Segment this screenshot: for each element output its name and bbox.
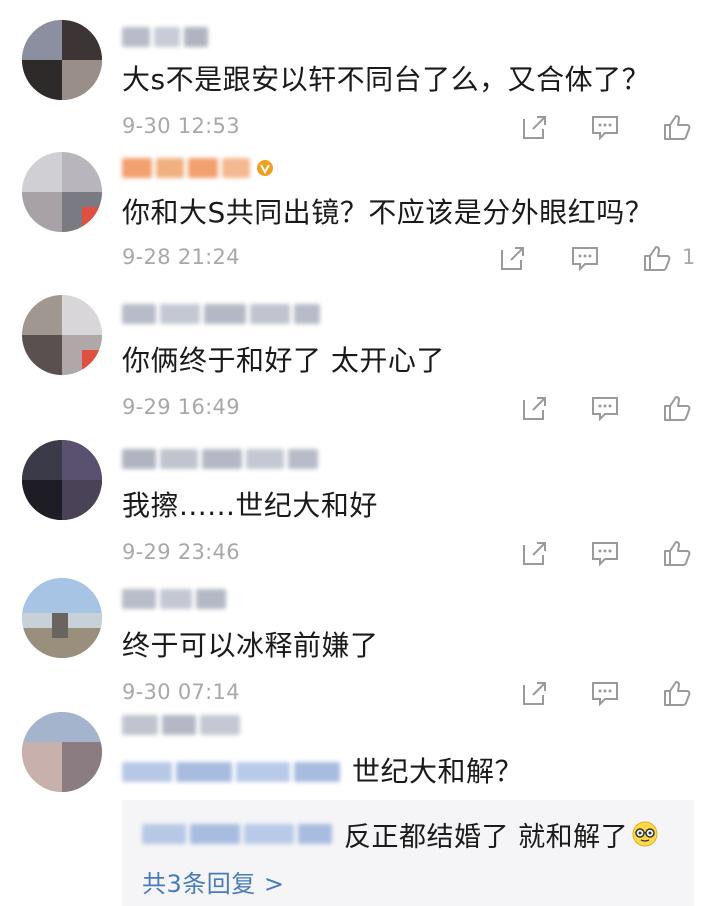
comment-text: 我擦......世纪大和好 bbox=[122, 489, 378, 522]
comment-icon[interactable] bbox=[588, 536, 622, 570]
comment-time: 9-28 21:24 bbox=[122, 245, 240, 269]
comment-time: 9-29 23:46 bbox=[122, 540, 240, 564]
comment-text: 终于可以冰释前嫌了 bbox=[122, 629, 379, 662]
share-icon[interactable] bbox=[496, 241, 530, 275]
like-icon[interactable] bbox=[660, 536, 694, 570]
comment-icon[interactable] bbox=[588, 110, 622, 144]
comment-meta: 9-29 23:46 bbox=[122, 536, 712, 572]
comment-meta: 9-30 12:53 bbox=[122, 110, 712, 146]
reply-item: 反正都结婚了 就和解了 bbox=[142, 814, 658, 854]
avatar[interactable] bbox=[22, 20, 102, 100]
avatar[interactable] bbox=[22, 578, 102, 658]
comment-item: 你俩终于和好了 太开心了 9-29 16:49 bbox=[0, 285, 720, 430]
share-icon[interactable] bbox=[518, 676, 552, 710]
username-blurred[interactable] bbox=[122, 24, 212, 50]
comment-time: 9-30 07:14 bbox=[122, 680, 240, 704]
username-blurred[interactable] bbox=[122, 446, 322, 472]
comment-text-row: 世纪大和解？ bbox=[122, 752, 523, 792]
comment-text: 大s不是跟安以轩不同台了么，又合体了？ bbox=[122, 63, 651, 96]
comment-text: 你俩终于和好了 太开心了 bbox=[122, 344, 445, 377]
comment-feed: 大s不是跟安以轩不同台了么，又合体了？ 9-30 12:53 你和大S共同出镜？… bbox=[0, 0, 720, 906]
comment-item: 大s不是跟安以轩不同台了么，又合体了？ 9-30 12:53 bbox=[0, 0, 720, 145]
avatar[interactable] bbox=[22, 152, 102, 232]
username-blurred[interactable] bbox=[122, 586, 230, 612]
avatar[interactable] bbox=[22, 295, 102, 375]
vip-badge-icon bbox=[257, 160, 273, 176]
username-blurred[interactable] bbox=[122, 712, 244, 738]
avatar[interactable] bbox=[22, 712, 102, 792]
comment-text: 世纪大和解？ bbox=[352, 755, 524, 788]
comment-icon[interactable] bbox=[588, 676, 622, 710]
share-icon[interactable] bbox=[518, 110, 552, 144]
like-count: 1 bbox=[682, 245, 696, 269]
like-icon[interactable] bbox=[640, 241, 674, 275]
username-blurred[interactable] bbox=[122, 155, 274, 181]
like-icon[interactable] bbox=[660, 676, 694, 710]
mention-blurred[interactable] bbox=[122, 762, 344, 782]
comment-meta: 9-29 16:49 bbox=[122, 391, 712, 427]
reply-username-blurred[interactable] bbox=[142, 824, 336, 844]
comment-meta: 9-28 21:24 1 bbox=[122, 241, 712, 277]
comment-icon[interactable] bbox=[568, 241, 602, 275]
share-icon[interactable] bbox=[518, 536, 552, 570]
comment-time: 9-30 12:53 bbox=[122, 114, 240, 138]
comment-item: 终于可以冰释前嫌了 9-30 07:14 bbox=[0, 570, 720, 710]
comment-icon[interactable] bbox=[588, 391, 622, 425]
comment-time: 9-29 16:49 bbox=[122, 395, 240, 419]
share-icon[interactable] bbox=[518, 391, 552, 425]
view-more-replies-link[interactable]: 共3条回复 > bbox=[142, 864, 285, 899]
reply-thread: 反正都结婚了 就和解了 共3条回复 > bbox=[122, 800, 694, 906]
like-icon[interactable] bbox=[660, 391, 694, 425]
comment-item: 世纪大和解？ bbox=[0, 710, 720, 800]
avatar[interactable] bbox=[22, 440, 102, 520]
comment-item: 你和大S共同出镜？不应该是分外眼红吗？ 9-28 21:24 1 bbox=[0, 145, 720, 285]
like-icon[interactable] bbox=[660, 110, 694, 144]
comment-item: 我擦......世纪大和好 9-29 23:46 bbox=[0, 430, 720, 570]
reply-text: 反正都结婚了 就和解了 bbox=[344, 821, 629, 853]
comment-text: 你和大S共同出镜？不应该是分外眼红吗？ bbox=[122, 196, 654, 229]
comment-meta: 9-30 07:14 bbox=[122, 676, 712, 712]
glasses-face-emoji bbox=[632, 821, 658, 847]
username-blurred[interactable] bbox=[122, 301, 324, 327]
